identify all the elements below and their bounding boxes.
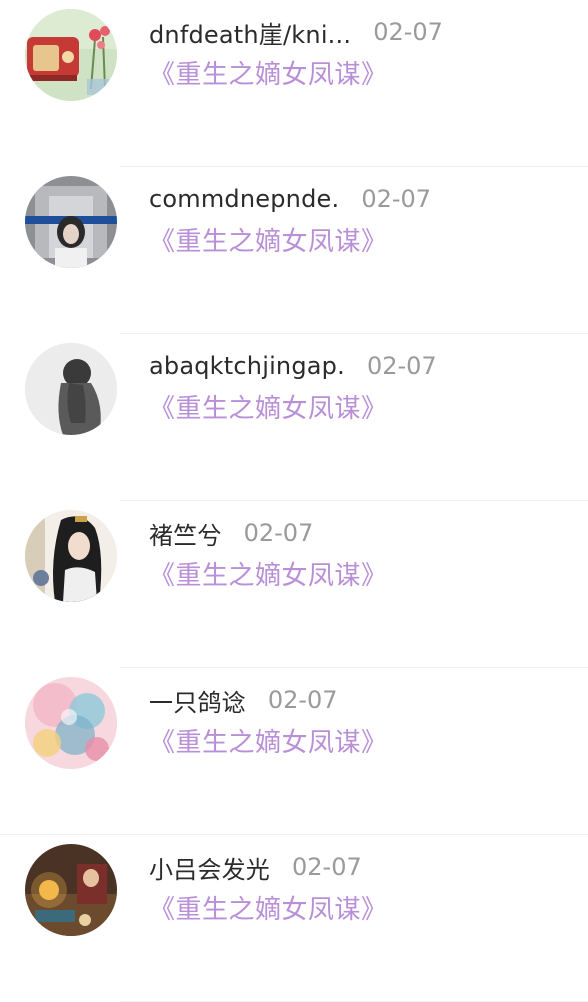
user-name[interactable]: dnfdeath崖/kni... xyxy=(149,15,351,50)
anime-character-avatar xyxy=(25,510,117,602)
user-name[interactable]: abaqktchjingap. xyxy=(149,352,345,380)
comment-date: 02-07 xyxy=(373,18,443,46)
book-title[interactable]: 《重生之嫡女凤谋》 xyxy=(149,555,388,592)
comment-date: 02-07 xyxy=(292,853,362,881)
book-title[interactable]: 《重生之嫡女凤谋》 xyxy=(149,722,388,759)
comment-list: dnfdeath崖/kni... 02-07 《重生之嫡女凤谋》 commdne… xyxy=(0,0,588,1002)
user-name[interactable]: 一只鸽谂 xyxy=(149,683,246,718)
avatar[interactable] xyxy=(25,510,117,602)
list-item[interactable]: dnfdeath崖/kni... 02-07 《重生之嫡女凤谋》 xyxy=(0,0,588,167)
book-title[interactable]: 《重生之嫡女凤谋》 xyxy=(149,221,388,258)
comment-date: 02-07 xyxy=(361,185,432,213)
list-item[interactable]: abaqktchjingap. 02-07 《重生之嫡女凤谋》 xyxy=(0,334,588,501)
book-title[interactable]: 《重生之嫡女凤谋》 xyxy=(149,54,388,91)
silhouette-avatar xyxy=(25,343,117,435)
comment-header: commdnepnde. 02-07 xyxy=(149,181,431,217)
list-item[interactable]: 小吕会发光 02-07 《重生之嫡女凤谋》 xyxy=(0,835,588,1002)
user-name[interactable]: commdnepnde. xyxy=(149,185,339,213)
comment-header: dnfdeath崖/kni... 02-07 xyxy=(149,14,443,50)
cozy-room-avatar xyxy=(25,844,117,936)
comment-header: 褚竺兮 02-07 xyxy=(149,515,313,551)
comment-header: 小吕会发光 02-07 xyxy=(149,849,362,885)
book-title[interactable]: 《重生之嫡女凤谋》 xyxy=(149,388,388,425)
comment-date: 02-07 xyxy=(366,352,437,380)
user-name[interactable]: 小吕会发光 xyxy=(149,850,270,885)
girl-portrait-avatar xyxy=(25,176,117,268)
comment-date: 02-07 xyxy=(267,686,338,714)
list-item[interactable]: commdnepnde. 02-07 《重生之嫡女凤谋》 xyxy=(0,167,588,334)
avatar[interactable] xyxy=(25,343,117,435)
comment-header: abaqktchjingap. 02-07 xyxy=(149,348,437,384)
comment-date: 02-07 xyxy=(243,519,314,547)
avatar[interactable] xyxy=(25,176,117,268)
list-item[interactable]: 褚竺兮 02-07 《重生之嫡女凤谋》 xyxy=(0,501,588,668)
comment-header: 一只鸽谂 02-07 xyxy=(149,682,338,718)
list-item[interactable]: 一只鸽谂 02-07 《重生之嫡女凤谋》 xyxy=(0,668,588,835)
avatar[interactable] xyxy=(25,677,117,769)
avatar[interactable] xyxy=(25,9,117,101)
watercolor-art-avatar xyxy=(25,677,117,769)
book-title[interactable]: 《重生之嫡女凤谋》 xyxy=(149,889,388,926)
avatar[interactable] xyxy=(25,844,117,936)
radio-flowers-avatar xyxy=(25,9,117,101)
user-name[interactable]: 褚竺兮 xyxy=(149,516,222,551)
